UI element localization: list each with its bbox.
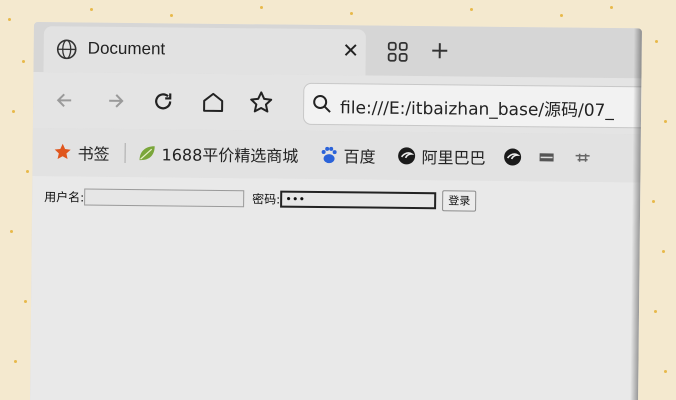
confetti-dot <box>350 12 353 15</box>
confetti-dot <box>12 110 15 113</box>
username-input[interactable] <box>84 188 245 207</box>
site-icon <box>575 153 590 162</box>
bookmark-1688[interactable]: 1688平价精选商城 <box>137 141 299 167</box>
confetti-dot <box>664 120 667 123</box>
bookmark-site-2[interactable] <box>572 146 597 170</box>
tab-bar: Document ✕ + <box>33 22 642 79</box>
navigation-bar: file:///E:/itbaizhan_base/源码/07_ <box>32 71 642 135</box>
star-outline-icon <box>250 91 273 113</box>
browser-window: Document ✕ + file:///E:/itbaizhan_base/源… <box>30 22 642 400</box>
arrow-left-icon <box>56 93 72 108</box>
globe-icon <box>56 39 77 60</box>
home-button[interactable] <box>199 88 227 116</box>
tab-title: Document <box>87 38 166 59</box>
baidu-paw-icon <box>321 146 337 164</box>
confetti-dot <box>14 360 17 363</box>
search-icon <box>313 95 331 113</box>
reload-button[interactable] <box>149 87 177 115</box>
tab-document[interactable]: Document ✕ <box>43 26 366 76</box>
confetti-dot <box>662 250 665 253</box>
alibaba-icon <box>398 147 416 165</box>
confetti-dot <box>654 310 657 313</box>
address-bar[interactable]: file:///E:/itbaizhan_base/源码/07_ <box>302 82 642 129</box>
back-button[interactable] <box>51 86 79 114</box>
bookmark-baidu[interactable]: 百度 <box>318 143 376 168</box>
confetti-dot <box>664 370 667 373</box>
confetti-dot <box>610 6 613 9</box>
site-icon <box>539 153 554 162</box>
tab-groups-icon[interactable] <box>386 40 410 64</box>
bookmark-alibaba[interactable]: 阿里巴巴 <box>396 144 486 169</box>
password-input[interactable]: ••• <box>280 190 437 209</box>
bookmark-bookmarks[interactable]: 书签 <box>53 140 110 165</box>
confetti-dot <box>8 18 11 21</box>
photo-frame: Document ✕ + file:///E:/itbaizhan_base/源… <box>0 0 676 400</box>
confetti-dot <box>22 60 25 63</box>
confetti-dot <box>560 14 563 17</box>
confetti-dot <box>470 8 473 11</box>
close-icon: ✕ <box>342 38 360 63</box>
page-content: 用户名: 密码: ••• 登录 <box>30 175 641 400</box>
alibaba-icon <box>504 148 522 166</box>
confetti-dot <box>170 14 173 17</box>
login-form: 用户名: 密码: ••• 登录 <box>44 184 477 213</box>
bookmark-divider <box>124 142 126 163</box>
confetti-dot <box>10 230 13 233</box>
bookmark-alibaba-2[interactable] <box>502 145 527 169</box>
home-icon <box>203 92 224 112</box>
confetti-dot <box>260 6 263 9</box>
confetti-dot <box>655 40 658 43</box>
leaf-icon <box>139 146 155 161</box>
confetti-dot <box>90 8 93 11</box>
favorite-button[interactable] <box>247 88 275 116</box>
plus-icon: + <box>429 36 450 65</box>
login-button[interactable]: 登录 <box>442 189 477 212</box>
confetti-dot <box>24 300 27 303</box>
reload-icon <box>155 93 172 110</box>
arrow-right-icon <box>109 94 124 108</box>
bookmark-site-1[interactable] <box>536 145 561 169</box>
forward-button[interactable] <box>101 87 129 115</box>
password-label: 密码: <box>252 191 281 207</box>
address-text: file:///E:/itbaizhan_base/源码/07_ <box>340 98 615 122</box>
confetti-dot <box>26 170 29 173</box>
new-tab-button[interactable]: + <box>428 36 452 64</box>
bookmarks-bar: 书签 1688平价精选商城 百度 阿里巴巴 <box>32 127 641 183</box>
username-label: 用户名: <box>44 189 85 205</box>
star-icon <box>54 143 71 160</box>
confetti-dot <box>652 200 655 203</box>
close-tab-button[interactable]: ✕ <box>338 37 364 63</box>
